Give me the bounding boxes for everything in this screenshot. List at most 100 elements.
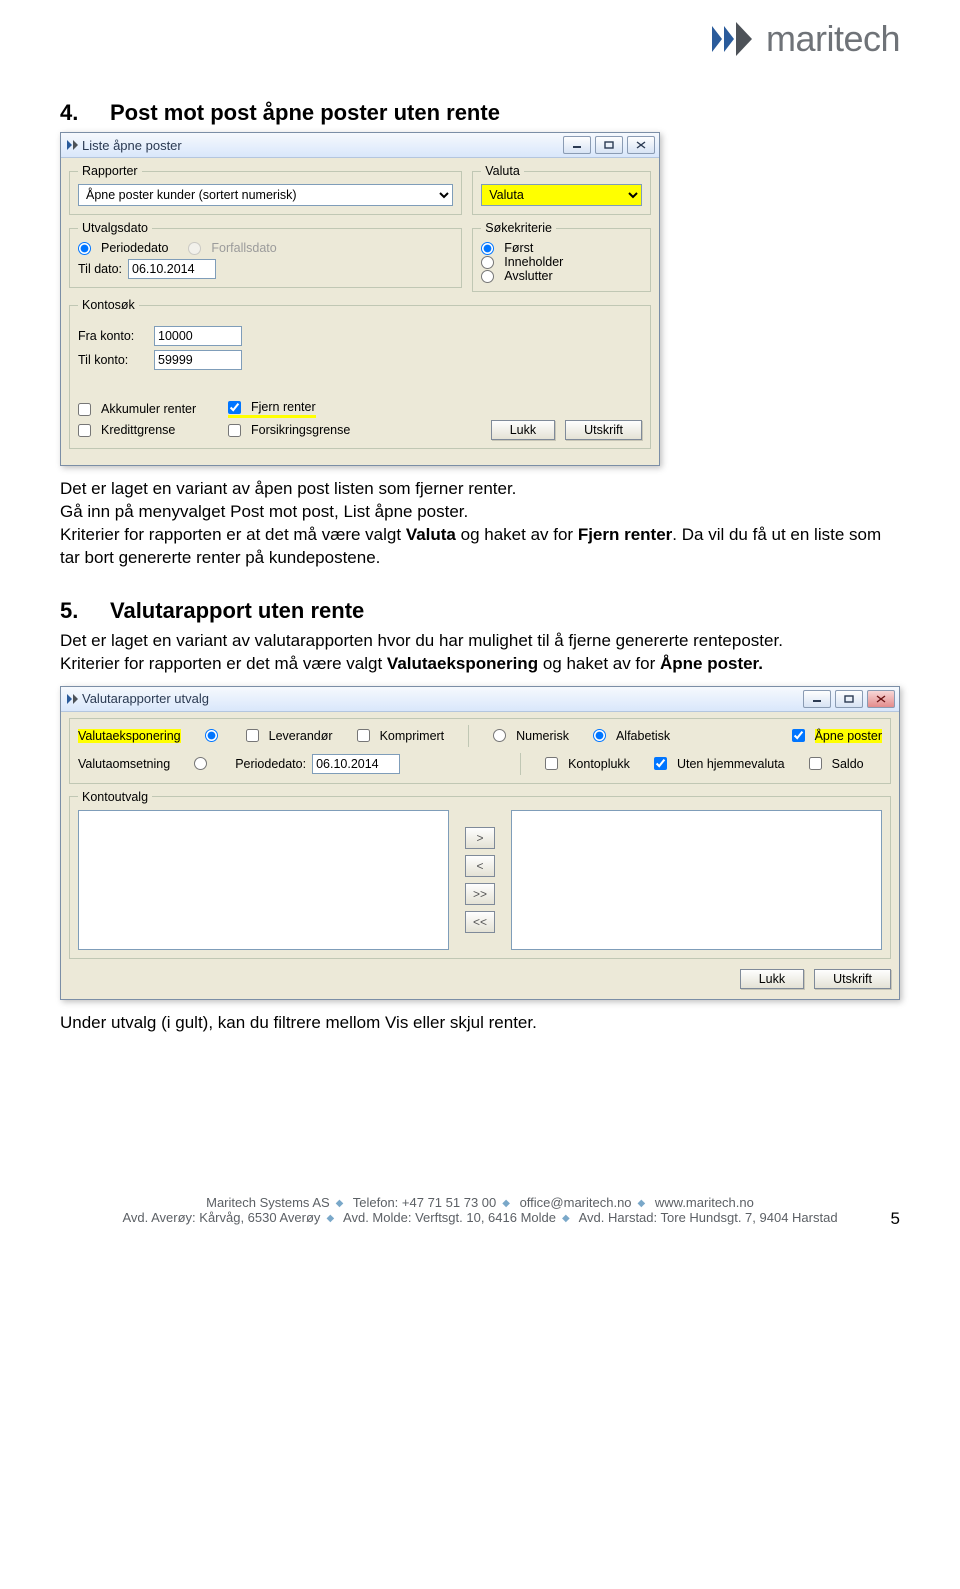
label-fjern-renter: Fjern renter bbox=[251, 400, 316, 414]
checkbox-kontoplukk[interactable] bbox=[545, 757, 558, 770]
group-kontoutvalg: Kontoutvalg > < >> << bbox=[69, 790, 891, 959]
radio-alfabetisk[interactable] bbox=[593, 729, 606, 742]
input-periodedato[interactable] bbox=[312, 754, 400, 774]
label-til-konto: Til konto: bbox=[78, 353, 148, 367]
label-leverandor: Leverandør bbox=[269, 729, 333, 743]
label-apne-poster: Åpne poster bbox=[815, 729, 882, 743]
checkbox-leverandor[interactable] bbox=[246, 729, 259, 742]
dialog2-close-button[interactable] bbox=[867, 690, 895, 708]
para4-line2: Gå inn på menyvalget Post mot post, List… bbox=[60, 502, 468, 521]
para4-line1: Det er laget en variant av åpen post lis… bbox=[60, 479, 516, 498]
dialog2-minimize-button[interactable] bbox=[803, 690, 831, 708]
section-5-body: Det er laget en variant av valutarapport… bbox=[60, 630, 900, 676]
para4-line3a: Kriterier for rapporten er at det må vær… bbox=[60, 525, 406, 544]
close-button[interactable] bbox=[627, 136, 655, 154]
button-lukk[interactable]: Lukk bbox=[491, 420, 555, 440]
move-all-left-button[interactable]: << bbox=[465, 911, 495, 933]
section-5-trailer: Under utvalg (i gult), kan du filtrere m… bbox=[60, 1012, 900, 1035]
radio-periodedato[interactable] bbox=[78, 242, 91, 255]
input-til-dato[interactable] bbox=[128, 259, 216, 279]
list-right[interactable] bbox=[511, 810, 882, 950]
label-komprimert: Komprimert bbox=[380, 729, 445, 743]
para5-line2a: Kriterier for rapporten er det må være v… bbox=[60, 654, 387, 673]
section-5-title: Valutarapport uten rente bbox=[110, 598, 364, 623]
move-right-button[interactable]: > bbox=[465, 827, 495, 849]
dialog2-title: Valutarapporter utvalg bbox=[82, 691, 803, 706]
checkbox-akkumuler-renter[interactable] bbox=[78, 403, 91, 416]
label-periodedato2: Periodedato: bbox=[235, 757, 306, 771]
checkbox-komprimert[interactable] bbox=[357, 729, 370, 742]
checkbox-fjern-renter[interactable] bbox=[228, 401, 241, 414]
checkbox-uten-hjemmevaluta[interactable] bbox=[654, 757, 667, 770]
maximize-button[interactable] bbox=[595, 136, 623, 154]
move-all-right-button[interactable]: >> bbox=[465, 883, 495, 905]
footer-phone: Telefon: +47 71 51 73 00 bbox=[353, 1195, 496, 1210]
dialog2-titlebar[interactable]: Valutarapporter utvalg bbox=[61, 687, 899, 712]
legend-rapporter: Rapporter bbox=[78, 164, 142, 178]
radio-numerisk[interactable] bbox=[493, 729, 506, 742]
label-valutaomsetning: Valutaomsetning bbox=[78, 757, 170, 771]
label-periodedato: Periodedato bbox=[101, 241, 168, 255]
label-akkumuler-renter: Akkumuler renter bbox=[101, 402, 196, 416]
legend-sokekriterie: Søkekriterie bbox=[481, 221, 556, 235]
dialog2-button-utskrift[interactable]: Utskrift bbox=[814, 969, 891, 989]
checkbox-saldo[interactable] bbox=[809, 757, 822, 770]
footer-addr-molde: Avd. Molde: Verftsgt. 10, 6416 Molde bbox=[343, 1210, 556, 1225]
label-uten-hjemmevaluta: Uten hjemmevaluta bbox=[677, 757, 785, 771]
legend-utvalgsdato: Utvalgsdato bbox=[78, 221, 152, 235]
button-utskrift[interactable]: Utskrift bbox=[565, 420, 642, 440]
label-kontoplukk: Kontoplukk bbox=[568, 757, 630, 771]
label-saldo: Saldo bbox=[832, 757, 864, 771]
dialog2-button-lukk[interactable]: Lukk bbox=[740, 969, 804, 989]
move-left-button[interactable]: < bbox=[465, 855, 495, 877]
legend-kontoutvalg: Kontoutvalg bbox=[78, 790, 152, 804]
radio-valutaomsetning[interactable] bbox=[194, 757, 207, 770]
section-5-heading: 5.Valutarapport uten rente bbox=[60, 598, 900, 624]
input-fra-konto[interactable] bbox=[154, 326, 242, 346]
label-avslutter: Avslutter bbox=[504, 269, 552, 283]
checkbox-kredittgrense[interactable] bbox=[78, 424, 91, 437]
para4-valuta-bold: Valuta bbox=[406, 525, 456, 544]
brand-logo: maritech bbox=[712, 18, 900, 60]
dialog1-title: Liste åpne poster bbox=[82, 138, 563, 153]
label-valutaeksponering: Valutaeksponering bbox=[78, 729, 181, 743]
label-forst: Først bbox=[504, 241, 533, 255]
logo-text: maritech bbox=[766, 18, 900, 60]
section-4-heading: 4.Post mot post åpne poster uten rente bbox=[60, 100, 900, 126]
dialog1-titlebar[interactable]: Liste åpne poster bbox=[61, 133, 659, 158]
footer-addr-averoy: Avd. Averøy: Kårvåg, 6530 Averøy bbox=[122, 1210, 320, 1225]
legend-valuta: Valuta bbox=[481, 164, 524, 178]
group-sokekriterie: Søkekriterie Først Inneholder Avslutter bbox=[472, 221, 651, 292]
page-number: 5 bbox=[891, 1209, 900, 1229]
section-4-title: Post mot post åpne poster uten rente bbox=[110, 100, 500, 125]
checkbox-apne-poster[interactable] bbox=[792, 729, 805, 742]
footer-web: www.maritech.no bbox=[655, 1195, 754, 1210]
group-utvalgsdato: Utvalgsdato Periodedato Forfallsdato Til… bbox=[69, 221, 462, 288]
group-top-options: Valutaeksponering Leverandør Komprimert … bbox=[69, 718, 891, 784]
label-alfabetisk: Alfabetisk bbox=[616, 729, 670, 743]
para5-valutaeksponering-bold: Valutaeksponering bbox=[387, 654, 538, 673]
dialog2-app-icon bbox=[67, 694, 78, 704]
rapporter-select[interactable]: Åpne poster kunder (sortert numerisk) bbox=[78, 184, 453, 206]
footer-addr-harstad: Avd. Harstad: Tore Hundsgt. 7, 9404 Hars… bbox=[579, 1210, 838, 1225]
dialog2-maximize-button[interactable] bbox=[835, 690, 863, 708]
list-left[interactable] bbox=[78, 810, 449, 950]
radio-forfallsdato bbox=[188, 242, 201, 255]
minimize-button[interactable] bbox=[563, 136, 591, 154]
label-numerisk: Numerisk bbox=[516, 729, 569, 743]
checkbox-forsikringsgrense[interactable] bbox=[228, 424, 241, 437]
section-4-number: 4. bbox=[60, 100, 110, 126]
footer-company: Maritech Systems AS bbox=[206, 1195, 330, 1210]
radio-forst[interactable] bbox=[481, 242, 494, 255]
footer-email: office@maritech.no bbox=[520, 1195, 632, 1210]
radio-inneholder[interactable] bbox=[481, 256, 494, 269]
valuta-select[interactable]: Valuta bbox=[481, 184, 642, 206]
input-til-konto[interactable] bbox=[154, 350, 242, 370]
radio-avslutter[interactable] bbox=[481, 270, 494, 283]
section-5-number: 5. bbox=[60, 598, 110, 624]
dialog-valutarapporter-utvalg: Valutarapporter utvalg Valutaeksponering… bbox=[60, 686, 900, 1000]
label-fra-konto: Fra konto: bbox=[78, 329, 148, 343]
group-valuta: Valuta Valuta bbox=[472, 164, 651, 215]
radio-valutaeksponering[interactable] bbox=[205, 729, 218, 742]
para4-line3c: og haket av for bbox=[456, 525, 578, 544]
